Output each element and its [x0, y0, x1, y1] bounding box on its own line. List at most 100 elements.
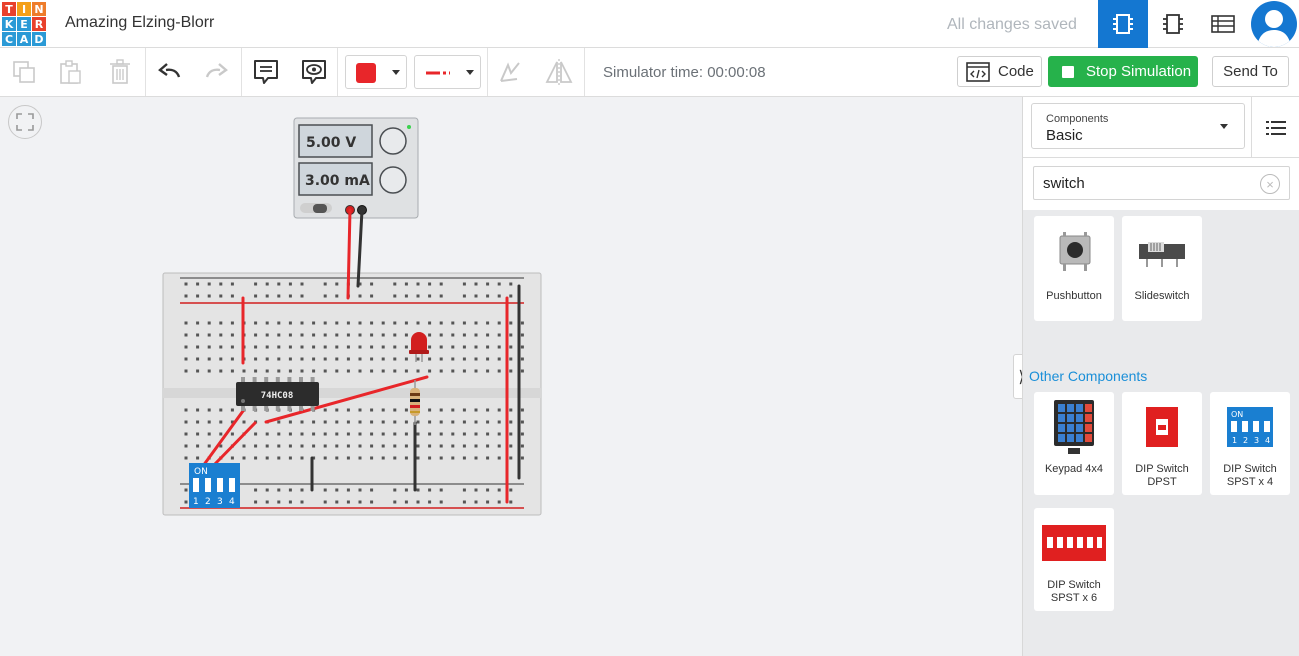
dip-number-2: 2 [205, 497, 211, 507]
flip-button[interactable] [543, 56, 575, 88]
component-name: Slideswitch [1134, 290, 1190, 302]
send-to-button[interactable]: Send To [1212, 56, 1289, 87]
component-list-icon [1211, 15, 1235, 33]
wire-type-dropdown[interactable] [414, 55, 481, 89]
chevron-down-icon [392, 70, 400, 75]
list-view-toggle[interactable] [1251, 97, 1299, 158]
component-card-dip-dpst[interactable]: DIP Switch DPST [1122, 392, 1202, 495]
svg-text:ON: ON [1231, 410, 1243, 419]
dip-number-4: 4 [229, 497, 235, 507]
component-card-keypad[interactable]: Keypad 4x4 [1034, 392, 1114, 495]
component-card-dip-spst-4[interactable]: ON 1234 DIP Switch SPST x 4 [1210, 392, 1290, 495]
component-name: DIP Switch DPST [1135, 463, 1189, 488]
dip-dpst-icon [1146, 407, 1178, 447]
components-dropdown-value: Basic [1046, 127, 1083, 144]
code-button-label: Code [998, 63, 1034, 80]
clear-search-icon[interactable]: × [1260, 174, 1280, 194]
components-dropdown[interactable]: Components Basic [1031, 103, 1245, 149]
logo-letter: A [17, 32, 31, 46]
wire-color-swatch [356, 63, 376, 83]
current-display: 3.00 mA [305, 173, 370, 189]
voltage-display: 5.00 V [306, 135, 356, 151]
top-bar: TIN KER CAD Amazing Elzing-Blorr All chang… [0, 0, 1299, 48]
chevron-down-icon [466, 70, 474, 75]
circuit-drawing: 5.00 V 3.00 mA 74HC08 ON 1 2 3 4 [162, 117, 542, 516]
notes-button[interactable] [250, 56, 282, 88]
toolbar: Simulator time: 00:00:08 Code Stop Simul… [0, 48, 1299, 97]
circuit-view-button[interactable] [1098, 0, 1148, 48]
tinkercad-logo[interactable]: TIN KER CAD [2, 2, 46, 46]
logo-letter: I [17, 2, 31, 16]
copy-button[interactable] [8, 56, 40, 88]
panel-header: Components Basic [1023, 97, 1299, 158]
component-name: Keypad 4x4 [1044, 463, 1104, 475]
ic-chip-74hc08[interactable]: 74HC08 [236, 377, 319, 411]
logo-letter: E [17, 17, 31, 31]
component-card-pushbutton[interactable]: Pushbutton [1034, 216, 1114, 321]
toolbar-divider [337, 48, 338, 96]
logo-letter: T [2, 2, 16, 16]
component-list-button[interactable] [1198, 0, 1248, 48]
slideswitch-icon [1139, 242, 1185, 267]
undo-button[interactable] [154, 56, 186, 88]
trash-icon [110, 59, 130, 84]
components-dropdown-label: Components [1046, 113, 1109, 125]
dip-number-1: 1 [193, 497, 199, 507]
schematic-view-icon [1163, 14, 1183, 34]
logo-letter: R [32, 17, 46, 31]
stop-simulation-label: Stop Simulation [1086, 63, 1192, 80]
component-search-input[interactable] [1043, 173, 1253, 193]
component-name: Pushbutton [1046, 290, 1102, 302]
code-button[interactable]: Code [957, 56, 1042, 87]
delete-button[interactable] [104, 56, 136, 88]
user-icon [1257, 10, 1291, 47]
list-view-icon [1266, 120, 1286, 135]
wire-color-dropdown[interactable] [345, 55, 407, 89]
logo-letter: K [2, 17, 16, 31]
note-icon [254, 60, 278, 84]
redo-button[interactable] [200, 56, 232, 88]
schematic-view-button[interactable] [1148, 0, 1198, 48]
stop-icon [1062, 65, 1074, 78]
dip-spst-4-icon: ON 1234 [1227, 407, 1273, 447]
stop-simulation-button[interactable]: Stop Simulation [1048, 56, 1198, 87]
wire-type-icon [426, 71, 450, 75]
redo-icon [205, 63, 228, 78]
toolbar-divider [584, 48, 585, 96]
other-components-heading: Other Components [1029, 368, 1148, 384]
toggle-notes-visibility-button[interactable] [298, 56, 330, 88]
paste-icon [60, 60, 81, 84]
svg-text:2: 2 [1243, 436, 1248, 445]
svg-text:4: 4 [1265, 436, 1270, 445]
toolbar-divider [487, 48, 488, 96]
rotate-button[interactable] [494, 56, 526, 88]
eye-note-icon [302, 60, 326, 84]
chevron-down-icon [1220, 124, 1228, 129]
simulator-time: Simulator time: 00:00:08 [603, 64, 766, 81]
project-title[interactable]: Amazing Elzing-Blorr [65, 14, 214, 32]
save-status: All changes saved [947, 16, 1077, 33]
chip-label: 74HC08 [261, 391, 294, 401]
user-avatar[interactable] [1251, 1, 1297, 47]
pushbutton-icon [1059, 232, 1091, 271]
rotate-icon [500, 62, 520, 82]
dip-on-label: ON [194, 467, 208, 477]
logo-letter: N [32, 2, 46, 16]
svg-text:1: 1 [1232, 436, 1237, 445]
dip-number-3: 3 [217, 497, 223, 507]
search-box[interactable]: × [1033, 166, 1290, 200]
component-card-dip-spst-6[interactable]: DIP Switch SPST x 6 [1034, 508, 1114, 611]
copy-icon [13, 61, 35, 83]
paste-button[interactable] [54, 56, 86, 88]
voltage-knob[interactable] [379, 127, 407, 155]
circuit-canvas[interactable]: 5.00 V 3.00 mA 74HC08 ON 1 2 3 4 [0, 97, 1022, 656]
logo-letter: D [32, 32, 46, 46]
power-supply[interactable]: 5.00 V 3.00 mA [293, 117, 419, 219]
current-knob[interactable] [379, 166, 407, 194]
dip-switch-4[interactable]: ON 1 2 3 4 [189, 463, 240, 508]
component-name: DIP Switch SPST x 6 [1047, 579, 1101, 604]
toolbar-divider [145, 48, 146, 96]
keypad-icon [1054, 400, 1094, 454]
search-row: × [1023, 158, 1299, 210]
component-card-slideswitch[interactable]: Slideswitch [1122, 216, 1202, 321]
